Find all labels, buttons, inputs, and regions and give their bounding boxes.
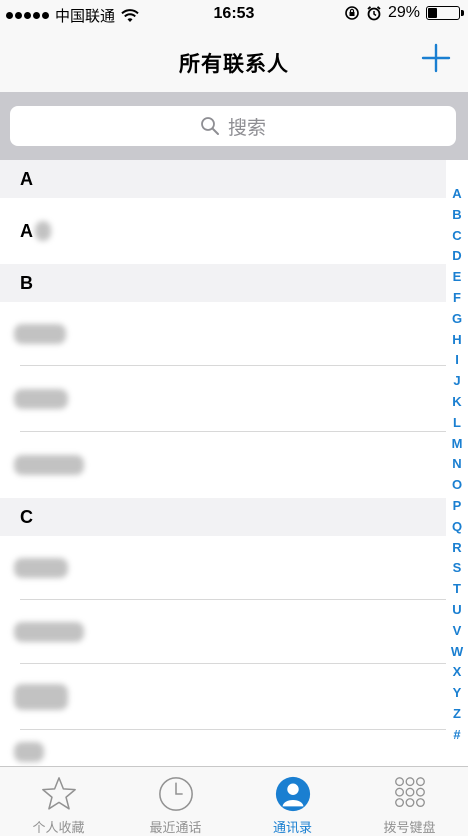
blurred-name bbox=[14, 389, 68, 409]
index-letter[interactable]: T bbox=[453, 579, 461, 600]
contact-row[interactable] bbox=[0, 432, 446, 498]
star-icon bbox=[41, 777, 76, 810]
tab-label: 最近通话 bbox=[149, 820, 202, 835]
index-letter[interactable]: W bbox=[451, 642, 463, 663]
contact-row[interactable] bbox=[0, 664, 446, 730]
tab-label: 拨号键盘 bbox=[383, 820, 436, 835]
tab-recents[interactable]: 最近通话 bbox=[117, 767, 234, 836]
navigation-bar: 所有联系人 bbox=[0, 28, 468, 92]
blurred-name bbox=[14, 684, 68, 710]
section-header-c: C bbox=[0, 498, 446, 536]
index-letter[interactable]: R bbox=[452, 538, 461, 559]
contact-list: A A B C bbox=[0, 160, 446, 774]
index-letter[interactable]: P bbox=[453, 496, 462, 517]
contact-icon bbox=[275, 776, 310, 812]
index-letter[interactable]: D bbox=[452, 246, 461, 267]
orientation-lock-icon bbox=[345, 6, 359, 20]
index-letter[interactable]: Q bbox=[452, 517, 462, 538]
contact-row[interactable] bbox=[0, 600, 446, 664]
tab-favorites[interactable]: 个人收藏 bbox=[0, 767, 117, 836]
index-letter[interactable]: B bbox=[452, 205, 461, 226]
index-letter[interactable]: G bbox=[452, 309, 462, 330]
blurred-name bbox=[14, 558, 68, 578]
contact-row[interactable] bbox=[0, 302, 446, 366]
blurred-name bbox=[35, 221, 51, 241]
section-header-b: B bbox=[0, 264, 446, 302]
page-title: 所有联系人 bbox=[179, 53, 289, 76]
clock-icon bbox=[158, 777, 193, 811]
tab-label: 个人收藏 bbox=[32, 820, 85, 835]
index-letter[interactable]: Z bbox=[453, 704, 461, 725]
search-area: 搜索 bbox=[0, 92, 468, 160]
blurred-name bbox=[14, 324, 66, 344]
index-letter[interactable]: J bbox=[453, 371, 460, 392]
status-bar: 中国联通 16:53 29% bbox=[0, 0, 468, 28]
index-letter[interactable]: E bbox=[453, 267, 462, 288]
section-index[interactable]: A B C D E F G H I J K L M N O P Q R S T U V W X Y Z # bbox=[448, 184, 466, 746]
contact-row[interactable]: A bbox=[0, 198, 446, 264]
blurred-name bbox=[14, 455, 84, 475]
search-input[interactable]: 搜索 bbox=[10, 106, 456, 146]
keypad-icon bbox=[394, 777, 425, 808]
index-letter[interactable]: O bbox=[452, 475, 462, 496]
battery-percent: 29% bbox=[387, 4, 420, 21]
section-header-a: A bbox=[0, 160, 446, 198]
index-letter[interactable]: I bbox=[455, 350, 459, 371]
tab-label: 通讯录 bbox=[272, 820, 312, 835]
status-right: 29% bbox=[344, 4, 464, 22]
search-icon bbox=[201, 117, 219, 135]
blurred-name bbox=[14, 742, 44, 762]
index-letter[interactable]: M bbox=[452, 434, 463, 455]
index-letter[interactable]: X bbox=[453, 662, 462, 683]
blurred-name bbox=[14, 622, 84, 642]
index-letter[interactable]: N bbox=[452, 454, 461, 475]
search-placeholder: 搜索 bbox=[227, 117, 266, 139]
index-letter[interactable]: S bbox=[453, 558, 462, 579]
tab-bar: 个人收藏 最近通话 通讯录 拨号键盘 bbox=[0, 766, 468, 836]
index-letter[interactable]: H bbox=[452, 330, 461, 351]
index-letter[interactable]: K bbox=[452, 392, 461, 413]
contact-row[interactable] bbox=[0, 536, 446, 600]
index-letter[interactable]: V bbox=[453, 621, 462, 642]
index-letter[interactable]: L bbox=[453, 413, 461, 434]
index-letter[interactable]: Y bbox=[453, 683, 462, 704]
tab-keypad[interactable]: 拨号键盘 bbox=[351, 767, 468, 836]
tab-contacts[interactable]: 通讯录 bbox=[234, 767, 351, 836]
index-letter[interactable]: U bbox=[452, 600, 461, 621]
contact-name: A bbox=[20, 220, 33, 241]
plus-icon[interactable] bbox=[420, 42, 452, 74]
alarm-icon bbox=[367, 6, 381, 21]
battery-icon bbox=[426, 6, 464, 20]
index-letter[interactable]: C bbox=[452, 226, 461, 247]
contact-row[interactable] bbox=[0, 366, 446, 432]
index-letter[interactable]: F bbox=[453, 288, 461, 309]
index-letter[interactable]: A bbox=[452, 184, 461, 205]
index-letter[interactable]: # bbox=[453, 725, 460, 746]
